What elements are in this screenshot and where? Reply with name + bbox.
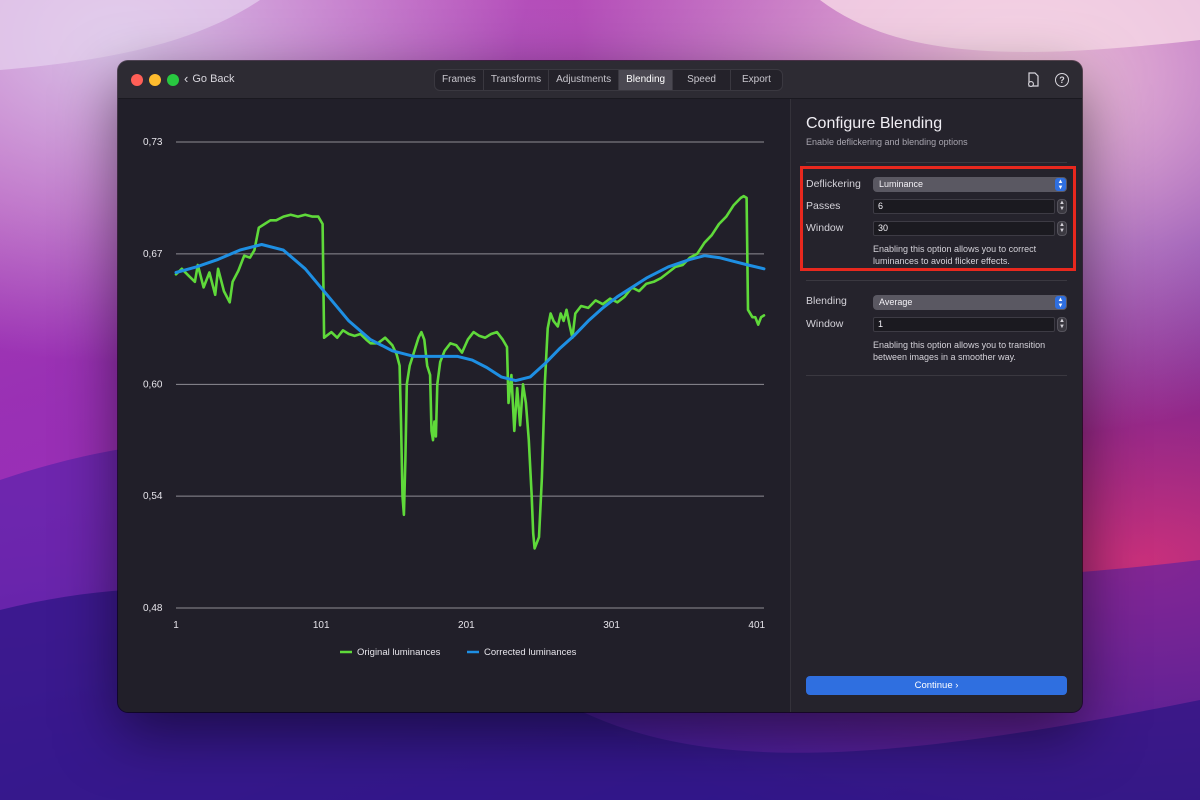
y-tick-label: 0,60 [143, 379, 163, 390]
go-back-button[interactable]: ‹ Go Back [184, 71, 235, 86]
blending-help-text: Enabling this option allows you to trans… [873, 340, 1046, 362]
zoom-window-button[interactable] [167, 74, 179, 86]
x-tick-label: 401 [748, 620, 765, 631]
step-tabs: Frames Transforms Adjustments Blending S… [434, 69, 783, 91]
tab-export[interactable]: Export [731, 70, 782, 90]
select-arrows-icon: ▲ ▼ [1055, 296, 1066, 309]
y-tick-label: 0,67 [143, 249, 163, 260]
blending-value: Average [879, 297, 913, 307]
document-badge-icon[interactable] [1026, 72, 1042, 88]
chart-svg: 0,73 0,67 0,60 0,54 0,48 1 101 201 301 401 Origina… [143, 137, 766, 658]
divider [806, 375, 1067, 376]
titlebar: ‹ Go Back Frames Transforms Adjustments … [118, 61, 1082, 99]
x-tick-label: 201 [458, 620, 475, 631]
legend-label: Corrected luminances [484, 647, 577, 658]
annotation-highlight-box [800, 166, 1076, 271]
chevron-left-icon: ‹ [184, 71, 189, 86]
original-luminances-line [174, 194, 766, 550]
y-tick-label: 0,73 [143, 137, 163, 148]
sidebar-title: Configure Blending [806, 115, 943, 132]
divider [806, 162, 1067, 163]
blending-label: Blending [806, 295, 847, 307]
divider [806, 280, 1067, 281]
x-tick-label: 1 [173, 620, 179, 631]
sidebar-subtitle: Enable deflickering and blending options [806, 137, 968, 147]
blending-window-label: Window [806, 318, 844, 330]
y-tick-label: 0,48 [143, 603, 163, 614]
app-window: ‹ Go Back Frames Transforms Adjustments … [118, 61, 1082, 712]
tab-speed[interactable]: Speed [673, 70, 731, 90]
tab-blending[interactable]: Blending [619, 70, 674, 90]
go-back-label: Go Back [192, 73, 235, 85]
blending-select[interactable]: Average ▲ ▼ [873, 295, 1067, 310]
y-tick-label: 0,54 [143, 491, 163, 502]
tab-frames[interactable]: Frames [435, 70, 484, 90]
tab-adjustments[interactable]: Adjustments [549, 70, 620, 90]
close-window-button[interactable] [131, 74, 143, 86]
luminance-chart: 0,73 0,67 0,60 0,54 0,48 1 101 201 301 401 Origina… [118, 99, 790, 712]
tab-transforms[interactable]: Transforms [484, 70, 550, 90]
continue-button[interactable]: Continue › [806, 676, 1067, 695]
corrected-luminances-line [174, 243, 766, 383]
minimize-window-button[interactable] [149, 74, 161, 86]
help-icon[interactable]: ? [1055, 73, 1069, 87]
legend-label: Original luminances [357, 647, 441, 658]
x-tick-label: 101 [313, 620, 330, 631]
document-badge-svg [1028, 72, 1039, 87]
x-tick-label: 301 [603, 620, 620, 631]
blending-window-stepper[interactable]: ▲ ▼ [1057, 317, 1067, 332]
blending-window-input[interactable]: 1 [873, 317, 1055, 332]
